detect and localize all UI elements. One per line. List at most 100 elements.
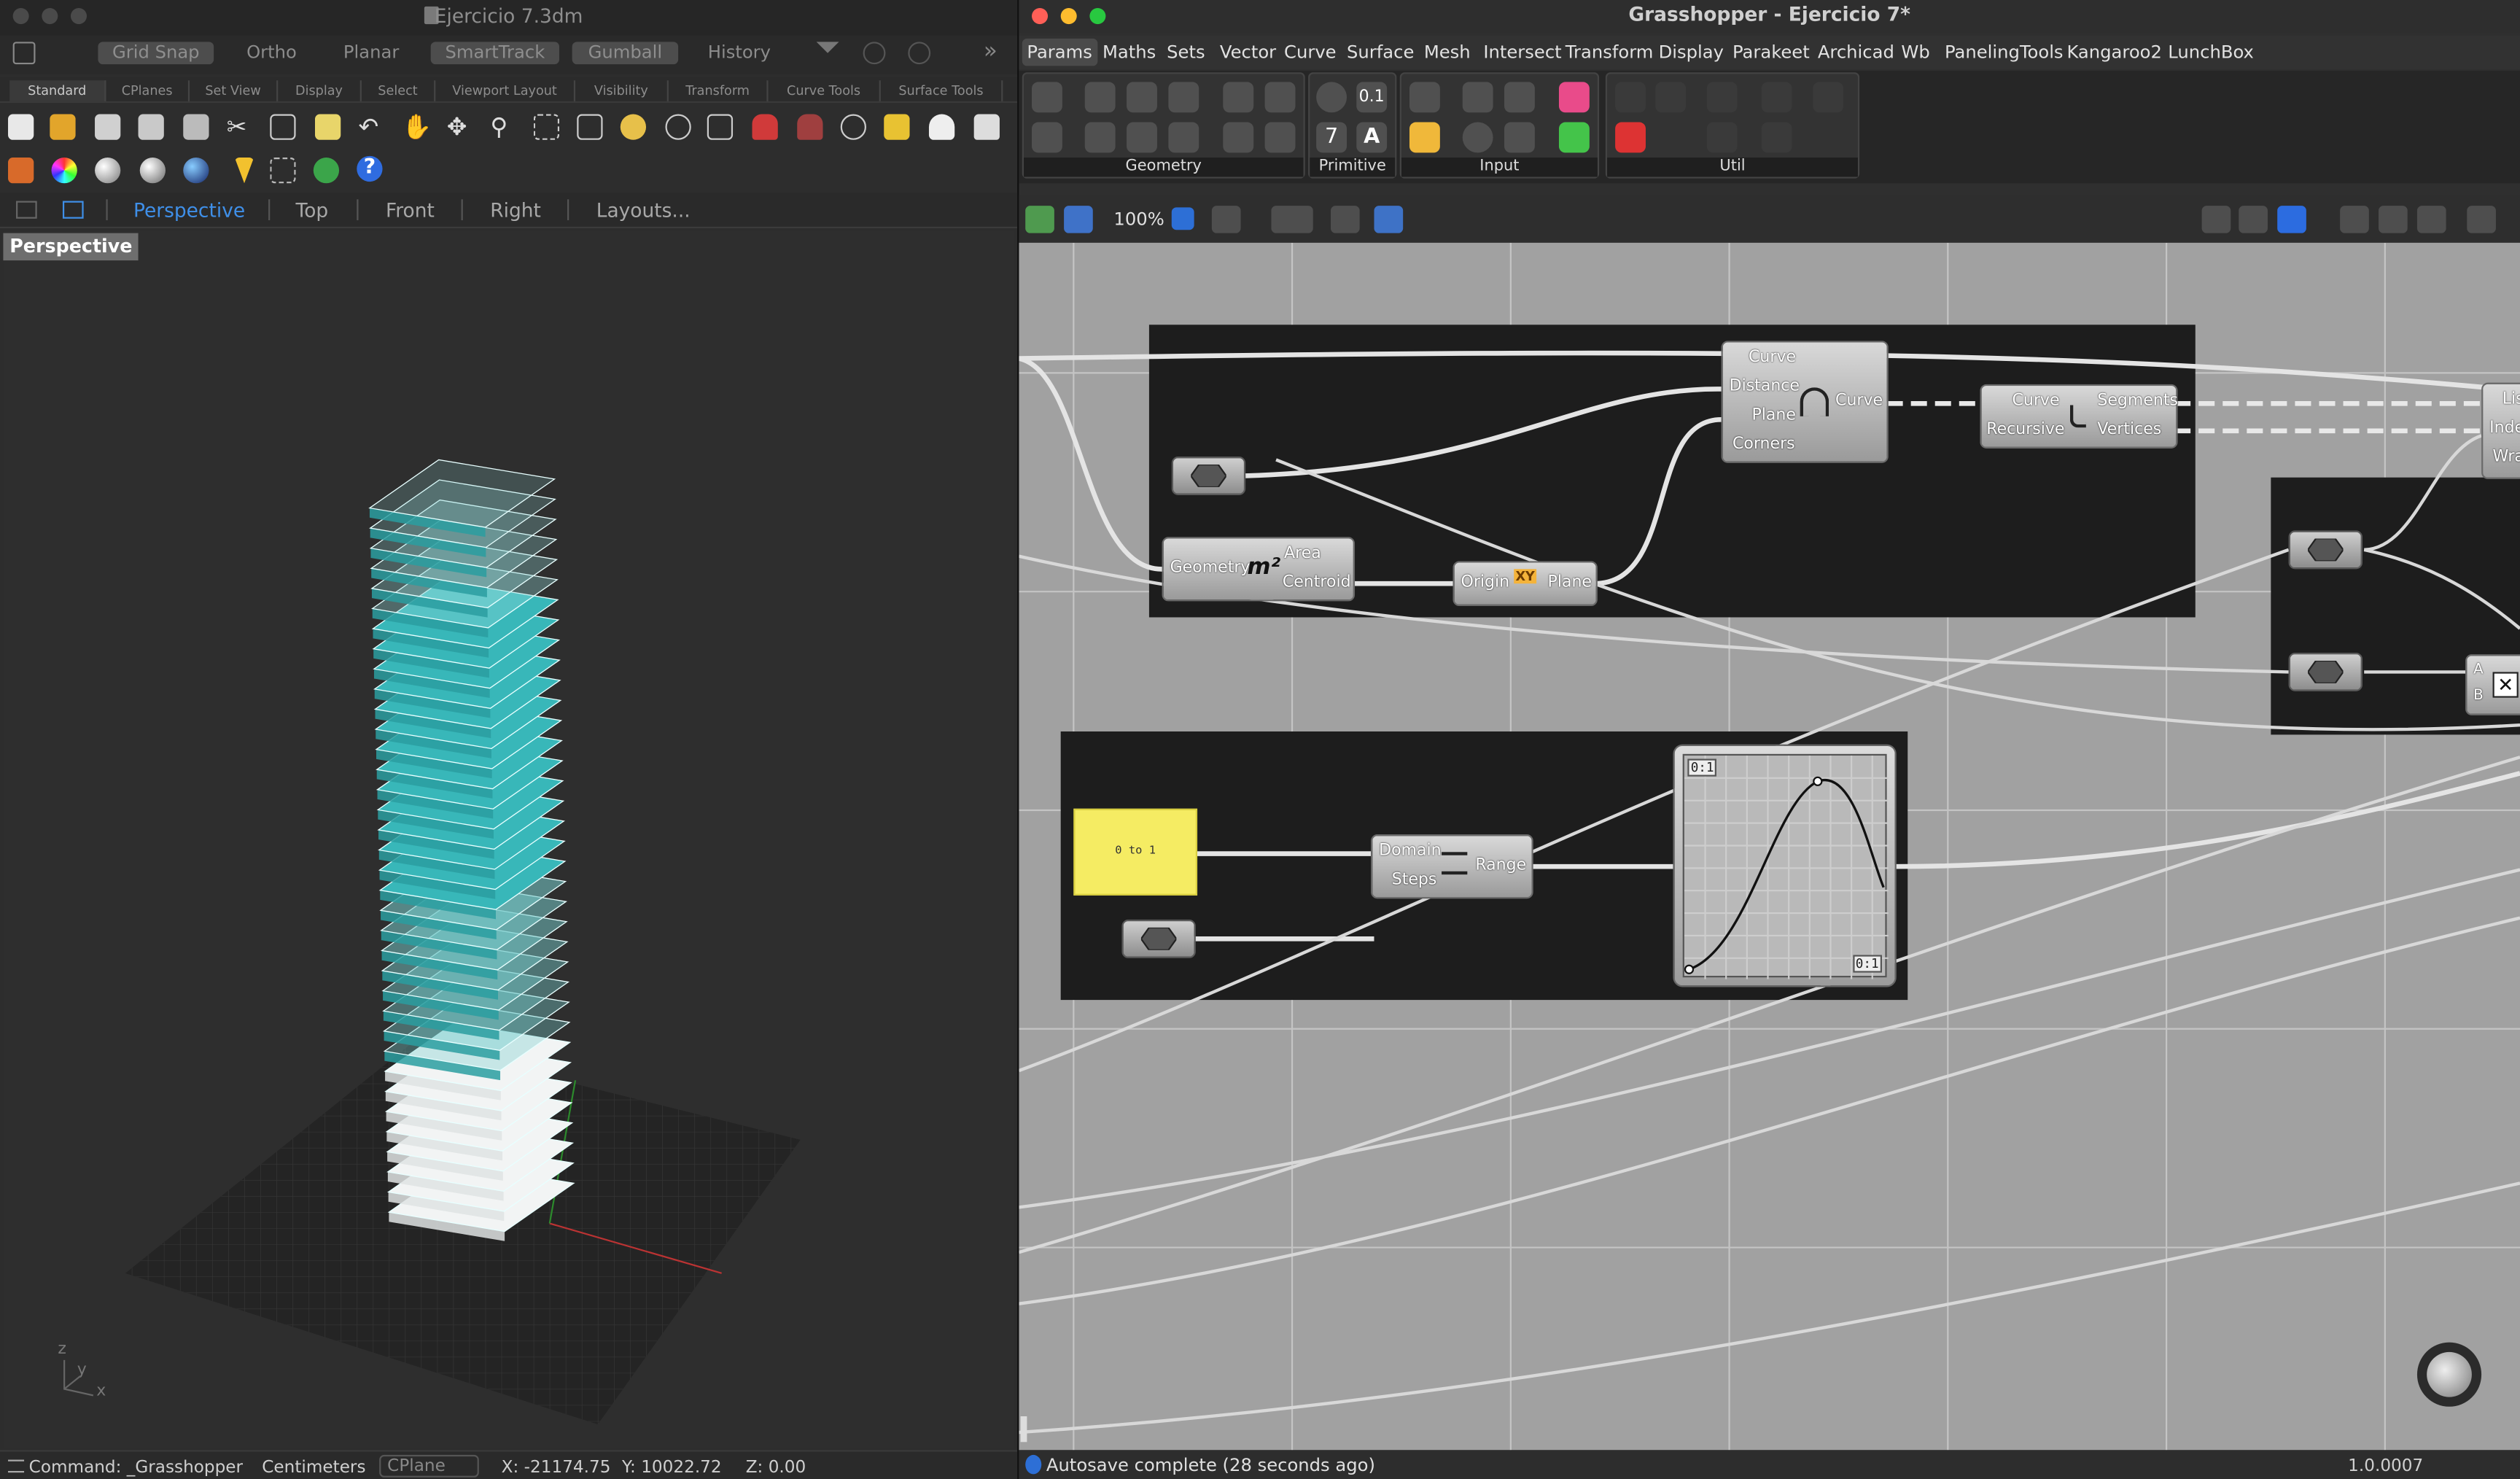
flask-icon[interactable] <box>1761 122 1792 153</box>
viewport-title[interactable]: Perspective <box>3 233 139 261</box>
cplane-icon[interactable] <box>840 114 867 140</box>
number-param-icon[interactable]: 7 <box>1316 122 1348 153</box>
render-preview-icon[interactable] <box>797 114 823 140</box>
graph-area[interactable]: 0:1 0:1 <box>1682 753 1889 979</box>
input-steps[interactable]: Steps <box>1392 872 1437 889</box>
grid-snap-toggle[interactable]: Grid Snap <box>98 42 214 65</box>
canvas-scroll-handle[interactable] <box>1020 1416 1027 1443</box>
tab-mesh[interactable]: Mesh <box>1424 42 1471 63</box>
tab-archicad[interactable]: Archicad <box>1818 42 1894 63</box>
print-icon[interactable] <box>138 114 164 140</box>
tab-display[interactable]: Display <box>278 80 362 101</box>
brep-param-icon[interactable] <box>1223 122 1254 153</box>
input-index[interactable]: Inde <box>2489 419 2520 437</box>
new-document-icon[interactable] <box>1025 206 1054 233</box>
tab-panelingtools[interactable]: PanelingTools <box>1945 42 2064 63</box>
menu-list-icon[interactable] <box>8 1459 25 1473</box>
grasshopper-icon[interactable] <box>313 158 340 184</box>
history-toggle[interactable]: History <box>698 42 782 64</box>
filter-icon[interactable] <box>816 42 839 64</box>
tab-surface-tools[interactable]: Surface Tools <box>881 80 1003 101</box>
zoom-extents-icon[interactable] <box>577 114 603 140</box>
input-curve[interactable]: Curve <box>2012 392 2060 410</box>
cplane-select[interactable]: CPlane <box>379 1454 479 1478</box>
output-curve[interactable]: Curve <box>1835 392 1883 410</box>
paste-icon[interactable] <box>315 114 341 140</box>
arrow-param-icon[interactable] <box>1032 122 1062 153</box>
boolean-param-icon[interactable]: 0.1 <box>1356 82 1388 113</box>
range-component[interactable]: Domain Steps Range <box>1371 834 1533 899</box>
surface-param-icon[interactable] <box>1168 82 1199 113</box>
color-wheel-icon[interactable] <box>51 158 77 184</box>
select-filter-icon[interactable] <box>234 158 254 184</box>
undo-view-icon[interactable] <box>665 114 691 140</box>
line-param-icon[interactable] <box>1127 122 1157 153</box>
open-folder-icon[interactable] <box>50 114 76 140</box>
output-centroid[interactable]: Centroid <box>1283 574 1351 591</box>
input-distance[interactable]: Distance <box>1730 378 1800 395</box>
lightbulb-icon[interactable] <box>928 114 955 140</box>
input-curve[interactable]: Curve <box>1749 349 1796 366</box>
slider-icon[interactable] <box>1462 82 1493 113</box>
tab-curve-tools[interactable]: Curve Tools <box>769 80 881 101</box>
tab-display[interactable]: Display <box>1659 42 1724 63</box>
perspective-viewport[interactable]: z y x <box>3 231 1014 1449</box>
ortho-toggle[interactable]: Ortho <box>238 42 306 64</box>
material-sphere-icon[interactable] <box>183 158 209 184</box>
explode-component[interactable]: Curve Recursive Segments Vertices <box>1980 384 2178 449</box>
shaded-sphere-icon[interactable] <box>95 158 121 184</box>
tab-surface[interactable]: Surface <box>1347 42 1414 63</box>
import-icon[interactable] <box>183 114 209 140</box>
lock-icon[interactable] <box>973 114 1000 140</box>
input-recursive[interactable]: Recursive <box>1986 422 2064 439</box>
output-area[interactable]: Area <box>1284 545 1321 562</box>
osnap-icon[interactable] <box>908 42 931 65</box>
input-a[interactable]: A <box>2473 662 2484 678</box>
tab-top[interactable]: Top <box>296 199 329 222</box>
tab-viewport-layout[interactable]: Viewport Layout <box>435 80 576 101</box>
input-geometry[interactable]: Geometry <box>1170 559 1251 577</box>
single-layout-icon[interactable] <box>62 201 84 219</box>
circle-param-icon[interactable] <box>1084 82 1116 113</box>
output-segments[interactable]: Segments <box>2097 392 2178 410</box>
osnap-grid-icon[interactable] <box>884 114 910 140</box>
cross-reference-component[interactable]: A B ✕ <box>2465 654 2520 715</box>
undo-icon[interactable]: ↶ <box>359 114 384 140</box>
gradient-icon[interactable] <box>1409 122 1440 153</box>
cherry-icon[interactable] <box>1615 122 1646 153</box>
x-param-icon[interactable] <box>1032 82 1062 113</box>
gumball-icon[interactable] <box>270 158 296 184</box>
number-param-4[interactable] <box>1121 919 1196 958</box>
tree-icon[interactable] <box>1655 82 1687 113</box>
tab-select[interactable]: Select <box>362 80 436 101</box>
preview-selected-icon[interactable] <box>2340 206 2369 233</box>
rotate-view-icon[interactable]: ✥ <box>447 114 472 140</box>
input-list[interactable]: Lis <box>2502 391 2520 408</box>
integer-param-icon[interactable] <box>1316 82 1348 113</box>
color-swatch-icon[interactable] <box>1558 82 1590 113</box>
xy-plane-component[interactable]: Origin XY Plane <box>1452 561 1598 607</box>
import-icon[interactable] <box>1409 82 1440 113</box>
moon-icon[interactable] <box>1813 82 1844 113</box>
pipeline-icon[interactable] <box>1761 82 1792 113</box>
input-wrap[interactable]: Wra <box>2493 449 2520 466</box>
rendered-sphere-icon[interactable] <box>139 158 166 184</box>
number-param-1[interactable] <box>1171 457 1246 495</box>
matrix-icon[interactable] <box>1558 122 1590 153</box>
input-plane[interactable]: Plane <box>1751 407 1795 424</box>
zoom-window-icon[interactable] <box>533 114 560 140</box>
zoom-extents-icon[interactable] <box>1211 206 1241 233</box>
tab-layouts[interactable]: Layouts... <box>596 199 691 222</box>
properties-icon[interactable] <box>8 158 34 184</box>
zoom-level[interactable]: 100% <box>1113 207 1213 233</box>
tab-standard[interactable]: Standard <box>9 80 106 101</box>
preview-off-icon[interactable] <box>2201 206 2231 233</box>
arrow-right-2-icon[interactable] <box>1706 122 1738 153</box>
box-param-icon[interactable] <box>1223 82 1254 113</box>
tab-intersect[interactable]: Intersect <box>1483 42 1561 63</box>
graph-mapper-component[interactable]: 0:1 0:1 <box>1673 744 1897 987</box>
new-file-icon[interactable] <box>8 114 34 140</box>
preview-eye-icon[interactable] <box>1271 206 1313 233</box>
tab-front[interactable]: Front <box>386 199 435 222</box>
tab-sets[interactable]: Sets <box>1167 42 1205 63</box>
